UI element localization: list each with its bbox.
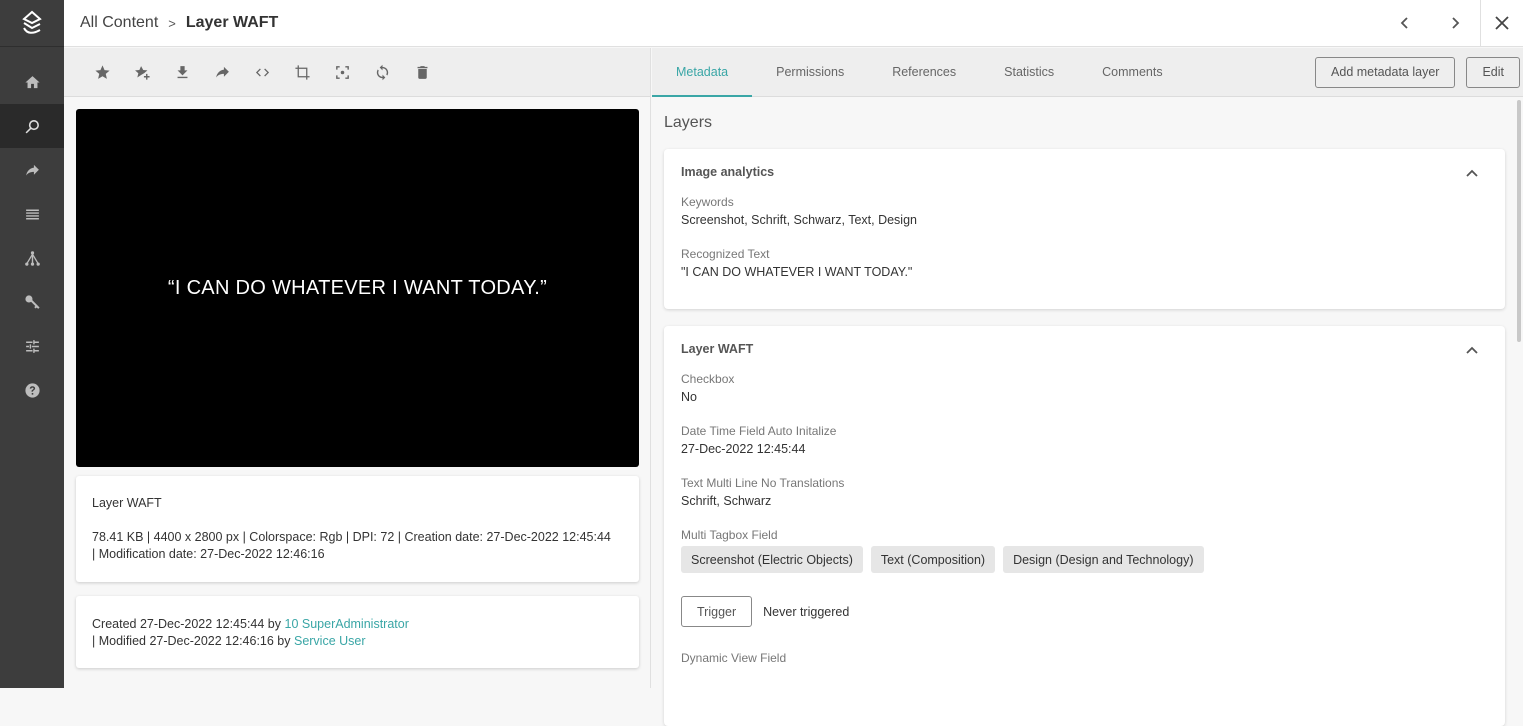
tab-comments[interactable]: Comments (1078, 48, 1186, 96)
preview-text: “I CAN DO WHATEVER I WANT TODAY.” (167, 276, 548, 299)
keywords-label: Keywords (681, 195, 734, 209)
logo-icon (22, 10, 42, 34)
asset-preview-pane: “I CAN DO WHATEVER I WANT TODAY.” Layer … (64, 48, 651, 688)
image-analytics-header[interactable]: Image analytics (681, 149, 1488, 195)
sidebar-item-home[interactable] (0, 60, 64, 104)
tab-metadata[interactable]: Metadata (652, 48, 753, 97)
sidebar-item-settings[interactable] (0, 324, 64, 368)
tune-icon (25, 339, 39, 353)
home-icon (24, 75, 40, 88)
checkbox-label: Checkbox (681, 372, 735, 386)
image-analytics-panel: Image analytics Keywords Screenshot, Sch… (664, 149, 1505, 309)
sidebar (0, 0, 64, 688)
sidebar-item-help[interactable] (0, 368, 64, 412)
close-icon (1495, 16, 1509, 30)
layer-waft-title: Layer WAFT (681, 342, 754, 356)
app-logo[interactable] (0, 0, 64, 47)
focal-point-icon (335, 65, 349, 79)
tag-list: Screenshot (Electric Objects) Text (Comp… (681, 546, 1488, 573)
modified-by-link[interactable]: Service User (294, 634, 366, 648)
tag: Screenshot (Electric Objects) (681, 546, 863, 573)
tag: Design (Design and Technology) (1003, 546, 1204, 573)
multiline-value: Schrift, Schwarz (681, 494, 772, 508)
star-icon (94, 64, 110, 79)
details-pane: Metadata Permissions References Statisti… (652, 48, 1523, 726)
help-icon (24, 382, 40, 398)
dynamic-view-label: Dynamic View Field (681, 651, 787, 665)
trigger-button[interactable]: Trigger (681, 596, 753, 627)
scrollbar[interactable] (1517, 100, 1521, 342)
breadcrumb-all-content[interactable]: All Content (80, 14, 158, 32)
image-analytics-title: Image analytics (681, 165, 775, 179)
focal-point-button[interactable] (322, 52, 362, 92)
asset-info-card: Layer WAFT 78.41 KB | 4400 x 2800 px | C… (76, 476, 639, 582)
breadcrumb-separator: > (168, 15, 176, 31)
sidebar-item-search[interactable] (0, 104, 64, 148)
tag: Text (Composition) (870, 546, 996, 573)
layers-heading: Layers (664, 114, 713, 131)
chevron-right-icon (1452, 17, 1460, 29)
trash-icon (417, 65, 427, 79)
datetime-value: 27-Dec-2022 12:45:44 (681, 442, 806, 456)
tab-permissions[interactable]: Permissions (752, 48, 868, 96)
download-icon (177, 65, 187, 78)
favorite-button[interactable] (82, 52, 122, 92)
edit-button[interactable]: Edit (1466, 56, 1520, 88)
collapse-chevron-up-icon[interactable] (1466, 343, 1478, 355)
download-button[interactable] (162, 52, 202, 92)
refresh-icon (376, 64, 388, 80)
next-button[interactable] (1430, 0, 1480, 47)
layer-waft-header[interactable]: Layer WAFT (681, 326, 1488, 372)
asset-toolbar (64, 48, 650, 97)
close-button[interactable] (1480, 0, 1523, 47)
created-by-link[interactable]: 10 SuperAdministrator (285, 617, 409, 631)
trigger-status: Never triggered (763, 604, 850, 619)
keywords-value: Screenshot, Schrift, Schwarz, Text, Desi… (681, 213, 917, 227)
search-icon (25, 119, 39, 133)
sidebar-item-hierarchy[interactable] (0, 236, 64, 280)
hierarchy-icon (24, 250, 40, 266)
tab-statistics[interactable]: Statistics (980, 48, 1078, 96)
tab-references[interactable]: References (868, 48, 980, 96)
breadcrumb-current: Layer WAFT (185, 14, 279, 31)
checkbox-value: No (681, 390, 697, 404)
detail-tabs: Metadata Permissions References Statisti… (652, 48, 1523, 97)
star-plus-icon (134, 65, 150, 80)
sidebar-item-key[interactable] (0, 280, 64, 324)
previous-button[interactable] (1380, 0, 1430, 47)
share-arrow-icon (215, 66, 229, 77)
collapse-chevron-up-icon[interactable] (1466, 166, 1478, 178)
add-metadata-layer-button[interactable]: Add metadata layer (1315, 56, 1456, 88)
asset-name: Layer WAFT (92, 496, 162, 510)
asset-details-line-2: | Modification date: 27-Dec-2022 12:46:1… (92, 547, 325, 561)
crop-button[interactable] (282, 52, 322, 92)
share-button[interactable] (202, 52, 242, 92)
asset-details-line-1: 78.41 KB | 4400 x 2800 px | Colorspace: … (92, 530, 611, 544)
top-bar: All Content > Layer WAFT (64, 0, 1523, 47)
modified-text: | Modified 27-Dec-2022 12:46:16 by (92, 634, 294, 648)
chevron-left-icon (1400, 17, 1408, 29)
code-icon (255, 68, 269, 76)
multiline-label: Text Multi Line No Translations (681, 476, 845, 490)
key-icon (24, 294, 40, 309)
crop-icon (294, 64, 310, 80)
recognized-text-label: Recognized Text (681, 247, 770, 261)
image-preview[interactable]: “I CAN DO WHATEVER I WANT TODAY.” (76, 109, 639, 467)
datetime-label: Date Time Field Auto Initalize (681, 424, 837, 438)
breadcrumb: All Content > Layer WAFT (64, 14, 278, 32)
sidebar-item-share[interactable] (0, 148, 64, 192)
add-to-collection-button[interactable] (122, 52, 162, 92)
audit-card: Created 27-Dec-2022 12:45:44 by 10 Super… (76, 596, 639, 668)
recognized-text-value: "I CAN DO WHATEVER I WANT TODAY." (681, 265, 913, 279)
delete-button[interactable] (402, 52, 442, 92)
sidebar-item-list[interactable] (0, 192, 64, 236)
layer-waft-panel: Layer WAFT Checkbox No Date Time Field A… (664, 326, 1505, 726)
tagbox-label: Multi Tagbox Field (681, 528, 778, 542)
created-text: Created 27-Dec-2022 12:45:44 by (92, 617, 285, 631)
share-icon (25, 164, 39, 175)
refresh-button[interactable] (362, 52, 402, 92)
embed-code-button[interactable] (242, 52, 282, 92)
list-icon (25, 209, 39, 219)
